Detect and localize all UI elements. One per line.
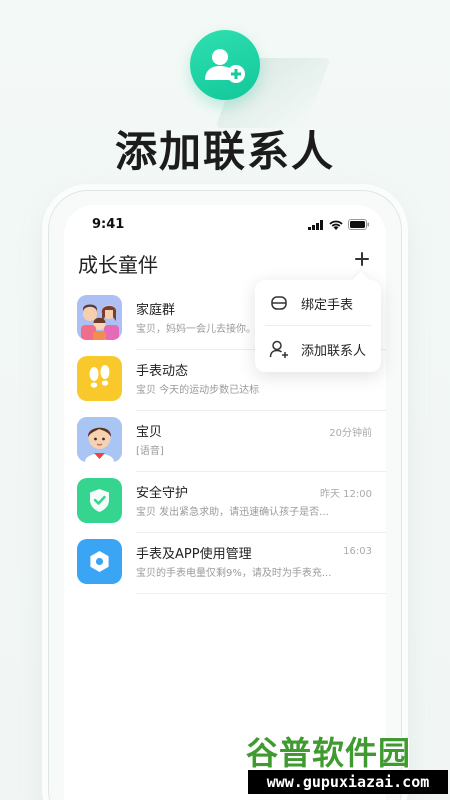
app-title: 成长童伴: [78, 253, 158, 277]
conversation-row-watch-app-management[interactable]: 手表及APP使用管理 宝贝的手表电量仅剩9%，请及时为手表充... 16:03: [64, 533, 386, 594]
add-menu-button[interactable]: [350, 247, 374, 271]
user-plus-icon: [205, 49, 245, 83]
child-avatar: [77, 417, 122, 462]
conversation-row-child[interactable]: 宝贝 [语音] 20分钟前: [64, 411, 386, 472]
conversation-time: 20分钟前: [329, 428, 372, 439]
add-contact-icon: [269, 340, 288, 358]
conversation-preview: 宝贝 发出紧急求助，请迅速确认孩子是否...: [136, 507, 329, 518]
conversation-preview: 宝贝的手表电量仅剩9%，请及时为手表充...: [136, 568, 332, 579]
settings-gear-icon: [77, 539, 122, 584]
conversation-row-safety-guard[interactable]: 安全守护 宝贝 发出紧急求助，请迅速确认孩子是否... 昨天 12:00: [64, 472, 386, 533]
wifi-icon: [329, 220, 343, 230]
page-title: 添加联系人: [114, 127, 335, 176]
status-bar: 9:41: [64, 205, 386, 243]
conversation-time: 16:03: [343, 546, 372, 557]
family-group-avatar: [77, 295, 122, 340]
watermark-url: www.gupuxiazai.com: [248, 770, 448, 794]
footprints-icon: [77, 356, 122, 401]
conversation-time: 昨天 12:00: [320, 489, 372, 500]
status-icons: [308, 219, 370, 230]
conversation-name: 宝贝: [136, 425, 163, 440]
add-popup-menu: 绑定手表 添加联系人: [255, 280, 381, 372]
menu-item-bind-watch[interactable]: 绑定手表: [255, 280, 381, 326]
battery-icon: [348, 219, 370, 230]
row-divider: [136, 593, 386, 594]
conversation-preview: 宝贝 今天的运动步数已达标: [136, 385, 260, 396]
watermark-brand: 谷普软件园: [246, 734, 412, 772]
menu-item-label: 添加联系人: [301, 344, 367, 359]
signal-icon: [308, 219, 323, 230]
conversation-name: 手表及APP使用管理: [136, 547, 252, 562]
shield-icon: [77, 478, 122, 523]
watermark: 谷普软件园 www.gupuxiazai.com: [246, 728, 450, 800]
add-contact-hero-icon: [190, 30, 260, 100]
conversation-name: 家庭群: [136, 303, 176, 318]
conversation-name: 安全守护: [136, 486, 189, 501]
conversation-name: 手表动态: [136, 364, 189, 379]
family-illustration: [77, 295, 122, 340]
watch-link-icon: [271, 296, 287, 310]
menu-item-add-contact[interactable]: 添加联系人: [255, 326, 381, 372]
conversation-preview: [语音]: [136, 446, 164, 457]
menu-item-label: 绑定手表: [301, 298, 354, 313]
status-time: 9:41: [92, 217, 125, 232]
